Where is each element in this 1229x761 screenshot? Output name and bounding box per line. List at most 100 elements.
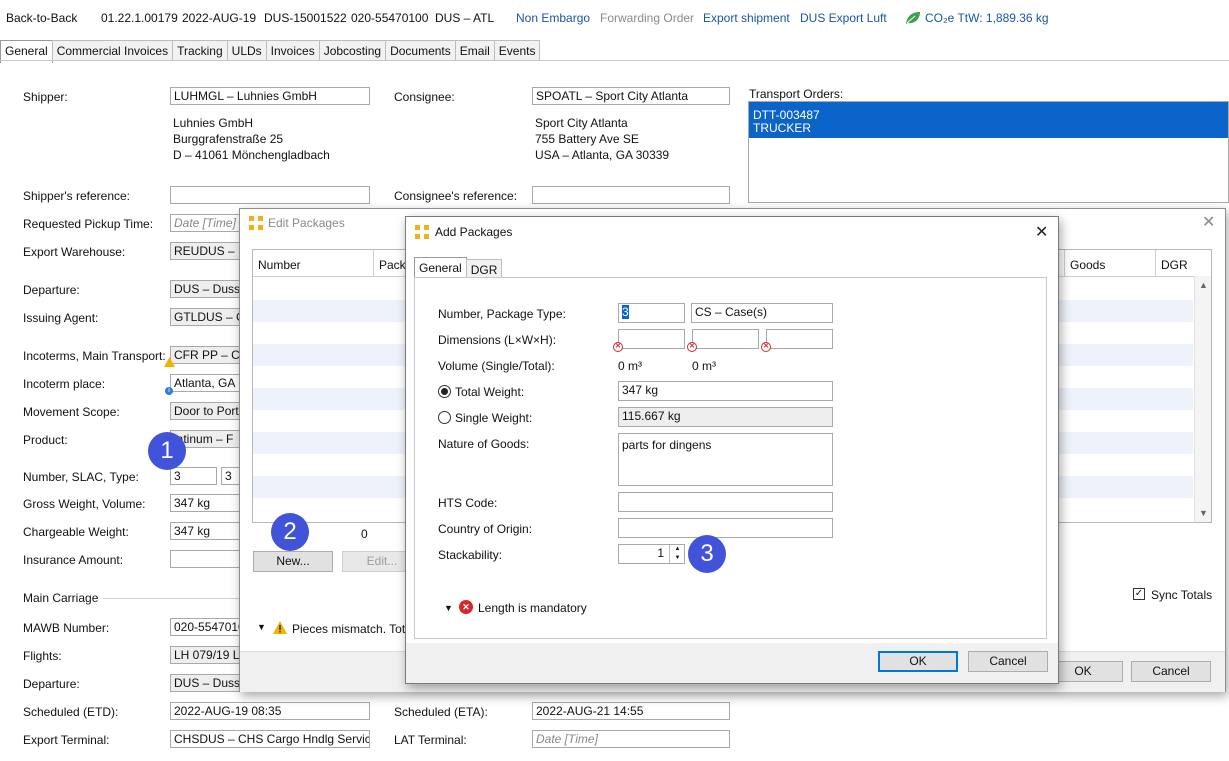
origin-input[interactable] <box>618 518 833 538</box>
stepper-arrows[interactable]: ▲ ▼ <box>669 545 685 563</box>
tab-invoices[interactable]: Invoices <box>265 40 320 61</box>
hts-label: HTS Code: <box>438 496 498 510</box>
agent-label: Issuing Agent: <box>23 311 99 325</box>
packages-total: 0 <box>361 527 368 541</box>
pieces-mismatch-warning: Pieces mismatch. Tota <box>292 622 412 636</box>
consignee-ref-label: Consignee's reference: <box>394 189 518 203</box>
eta-field[interactable]: 2022-AUG-21 14:55 <box>532 702 730 720</box>
tab-add-dgr[interactable]: DGR <box>465 259 503 278</box>
scroll-down-icon[interactable]: ▼ <box>1195 508 1211 518</box>
number-input[interactable]: 3 <box>618 303 685 323</box>
export-terminal-field[interactable]: CHSDUS – CHS Cargo Hndlg Services <box>170 730 370 748</box>
edit-packages-title: Edit Packages <box>268 216 345 230</box>
add-close-icon[interactable]: ✕ <box>1035 222 1048 242</box>
tab-commercial-invoices[interactable]: Commercial Invoices <box>51 40 174 61</box>
inc-place-field[interactable]: Atlanta, GA <box>170 374 240 392</box>
new-package-button[interactable]: New... <box>253 551 333 572</box>
add-footer <box>406 643 1058 683</box>
consignee-ref-input[interactable] <box>532 186 730 204</box>
error-icon: ✕ <box>761 342 771 352</box>
header-ref1: DUS-15001522 <box>264 11 347 25</box>
edit-close-icon[interactable]: ✕ <box>1202 212 1215 232</box>
mode-label: Back-to-Back <box>6 11 78 25</box>
stepper-down-icon[interactable]: ▼ <box>670 554 685 563</box>
length-input[interactable] <box>618 329 685 349</box>
package-type-field[interactable]: CS – Case(s) <box>691 303 833 323</box>
total-weight-field[interactable]: 347 kg <box>618 381 833 401</box>
scroll-up-icon[interactable]: ▲ <box>1195 280 1211 290</box>
shipper-address: Luhnies GmbH Burggrafenstraße 25 D – 410… <box>173 116 330 162</box>
charge-field[interactable]: 347 kg <box>170 522 240 540</box>
lat-terminal-placeholder: Date [Time] <box>536 732 598 746</box>
step-badge-3: 3 <box>688 535 726 573</box>
tab-events[interactable]: Events <box>493 40 541 61</box>
lat-terminal-label: LAT Terminal: <box>394 733 467 747</box>
shipper-ref-input[interactable] <box>170 186 370 204</box>
add-cancel-button[interactable]: Cancel <box>968 651 1048 672</box>
transport-order-item[interactable]: DTT-003487 TRUCKER <box>749 102 1228 138</box>
slac-field[interactable]: 3 <box>221 467 240 485</box>
single-weight-label: Single Weight: <box>455 411 533 425</box>
incoterms-field[interactable]: CFR PP – Co <box>170 346 240 364</box>
incoterms-label: Incoterms, Main Transport: <box>23 349 166 363</box>
shipper-field[interactable]: LUHMGL – Luhnies GmbH <box>170 87 370 105</box>
number-value: 3 <box>622 305 629 319</box>
pickup-label: Requested Pickup Time: <box>23 217 154 231</box>
pickup-input[interactable]: Date [Time] <box>170 214 240 232</box>
step-badge-2: 2 <box>271 513 309 551</box>
scope-field[interactable]: Door to Port <box>170 402 240 420</box>
height-input[interactable] <box>766 329 833 349</box>
branch-link[interactable]: DUS Export Luft <box>800 11 887 25</box>
col-dgr[interactable]: DGR <box>1161 258 1188 272</box>
section-divider <box>103 598 240 599</box>
col-number[interactable]: Number <box>258 258 301 272</box>
add-packages-dialog: Add Packages ✕ General DGR Number, Packa… <box>405 216 1059 684</box>
total-weight-radio[interactable] <box>438 385 451 398</box>
embargo-link[interactable]: Non Embargo <box>516 11 590 25</box>
edit-cancel-button[interactable]: Cancel <box>1131 661 1211 682</box>
stepper-up-icon[interactable]: ▲ <box>670 545 685 554</box>
departure2-label: Departure: <box>23 677 80 691</box>
lat-terminal-input[interactable]: Date [Time] <box>532 730 730 748</box>
main-carriage-heading: Main Carriage <box>23 591 99 605</box>
insurance-input[interactable] <box>170 550 240 568</box>
error-icon: ✕ <box>687 342 697 352</box>
volume-single: 0 m³ <box>618 359 642 373</box>
add-ok-button[interactable]: OK <box>878 651 958 672</box>
tab-email[interactable]: Email <box>454 40 495 61</box>
flights-field[interactable]: LH 079/19 LH <box>170 646 240 664</box>
gross-field[interactable]: 347 kg <box>170 494 240 512</box>
tab-ulds[interactable]: ULDs <box>226 40 267 61</box>
departure-field[interactable]: DUS – Dusse <box>170 280 240 298</box>
slac-number-field[interactable]: 3 <box>170 467 217 485</box>
sync-totals-checkbox[interactable]: ✓ <box>1133 588 1145 600</box>
header-date: 2022-AUG-19 <box>182 11 257 25</box>
single-weight-field: 115.667 kg <box>618 407 833 427</box>
info-icon: i <box>165 387 173 395</box>
nature-textarea[interactable]: parts for dingens <box>618 433 833 486</box>
agent-field[interactable]: GTLDUS – Gl <box>170 308 240 326</box>
hts-input[interactable] <box>618 492 833 512</box>
consignee-label: Consignee: <box>394 90 455 104</box>
forwarding-order-link[interactable]: Forwarding Order <box>600 11 694 25</box>
stackability-label: Stackability: <box>438 548 503 562</box>
departure2-field[interactable]: DUS – Dusse <box>170 674 240 692</box>
tab-tracking[interactable]: Tracking <box>172 40 228 61</box>
export-shipment-link[interactable]: Export shipment <box>703 11 790 25</box>
volume-label: Volume (Single/Total): <box>438 359 555 373</box>
etd-field[interactable]: 2022-AUG-19 08:35 <box>170 702 370 720</box>
transport-order-type: TRUCKER <box>753 121 812 135</box>
width-input[interactable] <box>692 329 759 349</box>
expand-arrow-icon[interactable]: ▼ <box>257 622 266 632</box>
tab-documents[interactable]: Documents <box>385 40 456 61</box>
consignee-field[interactable]: SPOATL – Sport City Atlanta <box>532 87 730 105</box>
expand-arrow-icon[interactable]: ▼ <box>444 603 453 613</box>
single-weight-radio[interactable] <box>438 411 451 424</box>
charge-label: Chargeable Weight: <box>23 525 129 539</box>
warehouse-field[interactable]: REUDUS – Fr <box>170 242 240 260</box>
grid-scrollbar[interactable]: ▲ ▼ <box>1194 276 1211 522</box>
tab-jobcosting[interactable]: Jobcosting <box>318 40 387 61</box>
mawb-field[interactable]: 020-5547010 <box>170 618 240 636</box>
transport-orders-list[interactable]: DTT-003487 TRUCKER <box>748 101 1229 203</box>
col-goods[interactable]: Goods <box>1070 258 1105 272</box>
